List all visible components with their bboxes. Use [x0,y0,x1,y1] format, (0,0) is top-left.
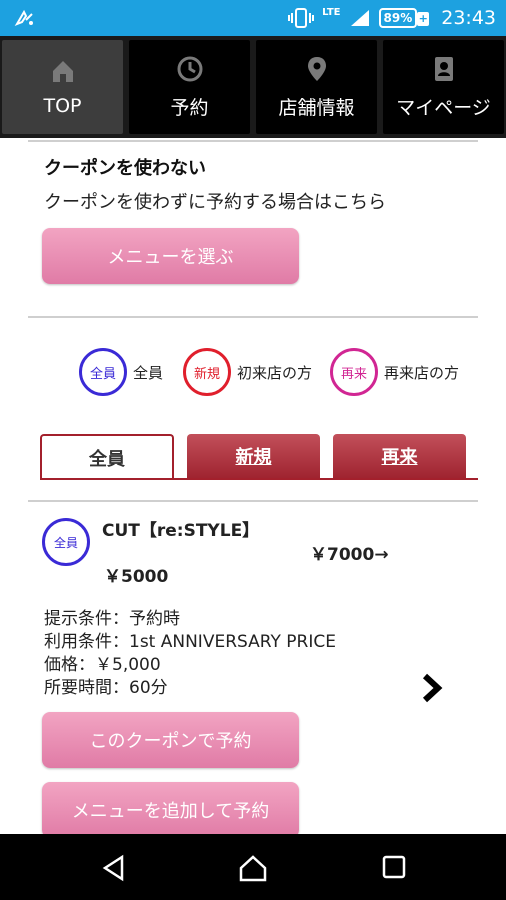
legend-badge-new: 新規 [183,348,232,396]
add-menu-reserve-button[interactable]: メニューを追加して予約 [42,782,299,834]
tab-repeat[interactable]: 再来 [333,434,466,478]
nav-label: 店舗情報 [278,96,355,119]
clock: 23:43 [441,7,496,29]
network-type: LTE [322,6,341,18]
signal-icon [350,10,369,26]
nav-reservation[interactable]: 予約 [129,40,250,134]
notification-icon [14,9,33,27]
home-icon [52,61,73,82]
coupon-tabs: 全員 新規 再来 [40,434,470,480]
nav-my-page[interactable]: マイページ [383,40,504,134]
coupon-title: CUT【re:STYLE】 [102,521,260,541]
no-coupon-description: クーポンを使わずに予約する場合はこちら [44,192,386,213]
location-pin-icon [307,56,326,81]
recent-apps-icon[interactable] [381,854,407,880]
select-menu-button[interactable]: メニューを選ぶ [42,228,299,284]
reserve-with-coupon-button[interactable]: このクーポンで予約 [42,712,299,768]
id-card-icon [434,56,453,81]
coupon-price: ￥5000 [104,567,169,587]
vibrate-icon [288,8,315,28]
charging-plus: + [417,12,430,26]
divider [28,500,478,502]
no-coupon-title: クーポンを使わない [44,158,206,179]
chevron-right-icon[interactable] [420,672,444,704]
battery-indicator: 89% + [378,8,430,28]
tab-new[interactable]: 新規 [187,434,320,478]
legend-label-new: 初来店の方 [237,363,313,382]
status-bar: LTE 89% + 23:43 [0,0,506,36]
coupon-detail-duration: 所要時間：60分 [44,678,168,698]
coupon-detail-price: 価格：￥5,000 [44,655,161,675]
divider [28,316,478,318]
coupon-detail-condition: 提示条件：予約時 [44,609,180,629]
divider [28,140,478,142]
nav-label: 予約 [170,96,209,119]
nav-store-info[interactable]: 店舗情報 [256,40,377,134]
coupon-original-price: ￥7000→ [310,545,389,565]
nav-top[interactable]: TOP [2,40,123,134]
legend-label-all: 全員 [133,363,164,382]
clock-icon [177,56,202,81]
coupon-detail-usage: 利用条件：1st ANNIVERSARY PRICE [44,632,336,652]
home-button-icon[interactable] [238,854,268,882]
main-content[interactable]: クーポンを使わない クーポンを使わずに予約する場合はこちら メニューを選ぶ 全員… [0,138,506,834]
legend-badge-repeat: 再来 [330,348,379,396]
coupon-badge-all: 全員 [42,518,90,566]
system-nav-bar [0,834,506,900]
coupon-legend: 全員 全員 新規 初来店の方 再来 再来店の方 [79,348,459,396]
app-nav-bar: TOP 予約 店舗情報 マイページ [0,36,506,138]
back-icon[interactable] [100,854,128,882]
legend-badge-all: 全員 [79,348,127,396]
nav-label: TOP [43,95,82,117]
tab-all[interactable]: 全員 [40,434,174,480]
legend-label-repeat: 再来店の方 [384,363,460,382]
nav-label: マイページ [396,96,491,119]
tab-underline [40,478,478,480]
battery-level: 89% [383,11,413,25]
